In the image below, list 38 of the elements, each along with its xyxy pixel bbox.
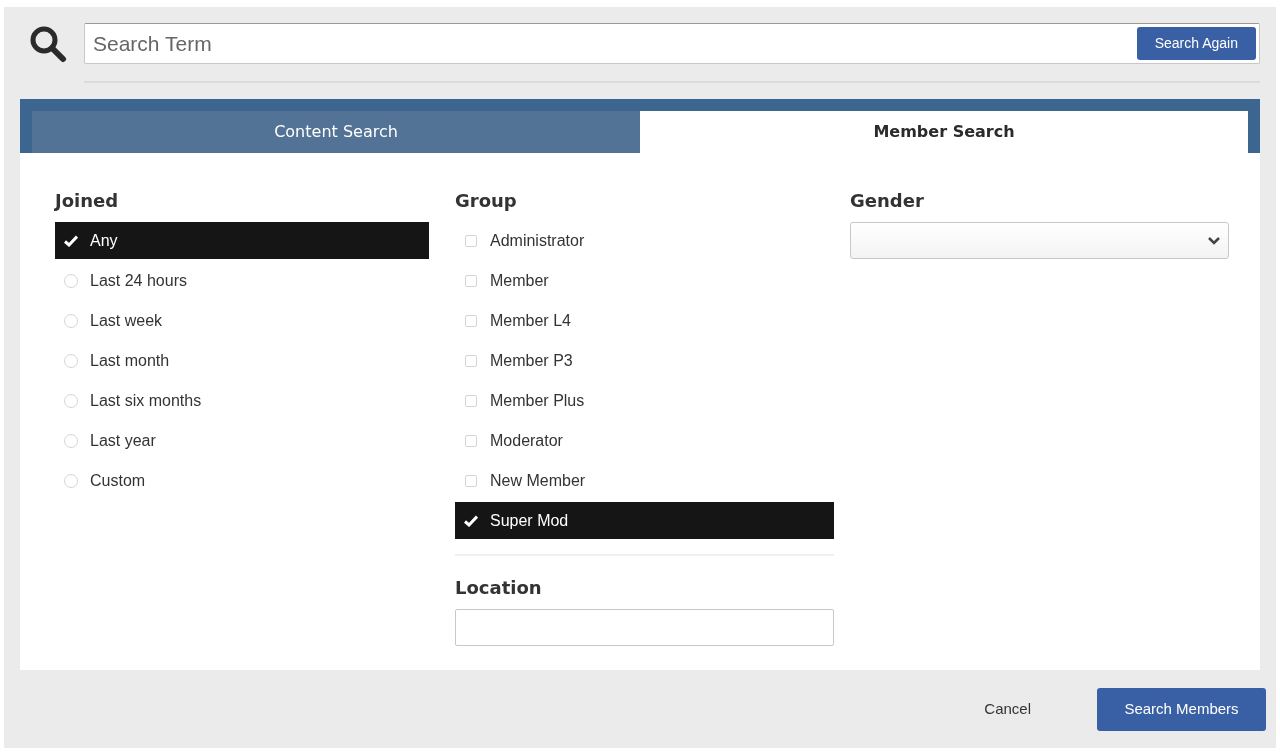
checkbox-option[interactable]: Member Plus (455, 382, 834, 419)
radio-option[interactable]: Any (55, 222, 429, 259)
checkbox-icon (465, 314, 477, 327)
radio-option[interactable]: Last week (55, 302, 429, 339)
chevron-down-icon (1208, 236, 1220, 245)
search-again-button[interactable]: Search Again (1136, 27, 1256, 60)
search-members-button[interactable]: Search Members (1097, 688, 1266, 731)
cancel-button[interactable]: Cancel (964, 688, 1051, 731)
radio-option[interactable]: Last year (55, 422, 429, 459)
checkbox-option[interactable]: Member L4 (455, 302, 834, 339)
checkbox-option[interactable]: Moderator (455, 422, 834, 459)
checkbox-option[interactable]: Member P3 (455, 342, 834, 379)
location-heading: Location (455, 576, 543, 600)
checkbox-icon (465, 354, 477, 367)
checkbox-icon (465, 274, 477, 287)
checkbox-icon (465, 234, 477, 247)
group-heading: Group (455, 189, 518, 213)
tab[interactable]: Content Search (32, 111, 640, 153)
radio-option[interactable]: Custom (55, 462, 429, 499)
checkbox-icon (465, 474, 477, 487)
radio-option[interactable]: Last month (55, 342, 429, 379)
search-input[interactable]: Search Term (93, 27, 1137, 60)
checkmark-icon (64, 234, 78, 247)
checkbox-option[interactable]: Member (455, 262, 834, 299)
checkmark-icon (464, 514, 478, 527)
checkbox-icon (465, 394, 477, 407)
location-input[interactable] (455, 609, 834, 646)
tab[interactable]: Member Search (640, 111, 1248, 153)
checkbox-option[interactable]: Super Mod (455, 502, 834, 539)
joined-heading: Joined (55, 189, 120, 213)
checkbox-icon (465, 434, 477, 447)
radio-option[interactable]: Last 24 hours (55, 262, 429, 299)
radio-option[interactable]: Last six months (55, 382, 429, 419)
gender-heading: Gender (850, 189, 925, 213)
checkbox-option[interactable]: Administrator (455, 222, 834, 259)
search-field[interactable]: Search Term Search Again (84, 23, 1260, 64)
gender-select[interactable] (850, 222, 1229, 259)
checkbox-option[interactable]: New Member (455, 462, 834, 499)
